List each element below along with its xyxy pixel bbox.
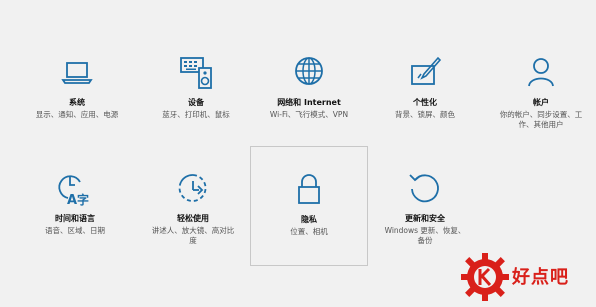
svg-text:A: A: [67, 193, 77, 208]
tile-description: Wi-Fi、飞行模式、VPN: [269, 110, 349, 119]
tile-description: 背景、锁屏、颜色: [395, 110, 455, 119]
tile-description: 蓝牙、打印机、鼠标: [162, 110, 230, 119]
tile-description: 位置、相机: [290, 227, 328, 236]
tile-privacy[interactable]: 隐私 位置、相机: [250, 146, 368, 266]
keyboard-speaker-icon: [180, 57, 212, 89]
lock-icon: [298, 174, 320, 204]
tile-devices[interactable]: 设备 蓝牙、打印机、鼠标: [147, 54, 245, 174]
paint-icon: [411, 56, 442, 85]
watermark-text: 好点吧: [512, 267, 569, 288]
tile-title: 时间和语言: [55, 214, 95, 223]
laptop-icon: [61, 62, 93, 84]
tile-title: 帐户: [533, 98, 549, 107]
tile-title: 个性化: [413, 98, 437, 107]
tile-description: 讲述人、放大镜、高对比度: [151, 226, 235, 245]
time-language-icon: A 字: [58, 175, 89, 208]
watermark-logo: 好点吧: [460, 251, 592, 303]
tile-personalization[interactable]: 个性化 背景、锁屏、颜色: [376, 54, 474, 174]
tile-time-language[interactable]: A 字 时间和语言 语音、区域、日期: [26, 170, 124, 290]
tile-ease-of-access[interactable]: 轻松使用 讲述人、放大镜、高对比度: [144, 170, 242, 290]
ease-of-access-icon: [178, 174, 207, 202]
tile-title: 网络和 Internet: [277, 98, 341, 107]
tile-title: 轻松使用: [177, 214, 209, 223]
globe-icon: [295, 57, 323, 85]
tile-title: 系统: [69, 98, 85, 107]
tile-description: 显示、通知、应用、电源: [35, 110, 119, 119]
person-icon: [528, 58, 554, 87]
gear-logo-icon: [461, 253, 509, 301]
tile-title: 隐私: [301, 215, 317, 224]
tile-title: 更新和安全: [405, 214, 445, 223]
tile-accounts[interactable]: 帐户 你的帐户、同步设置、工作、其他用户: [492, 54, 590, 174]
svg-text:字: 字: [77, 192, 89, 207]
tile-system[interactable]: 系统 显示、通知、应用、电源: [28, 54, 126, 174]
tile-description: Windows 更新、恢复、备份: [384, 226, 466, 245]
refresh-icon: [409, 174, 439, 203]
tile-title: 设备: [188, 98, 204, 107]
tile-description: 你的帐户、同步设置、工作、其他用户: [499, 110, 583, 129]
tile-description: 语音、区域、日期: [45, 226, 105, 235]
